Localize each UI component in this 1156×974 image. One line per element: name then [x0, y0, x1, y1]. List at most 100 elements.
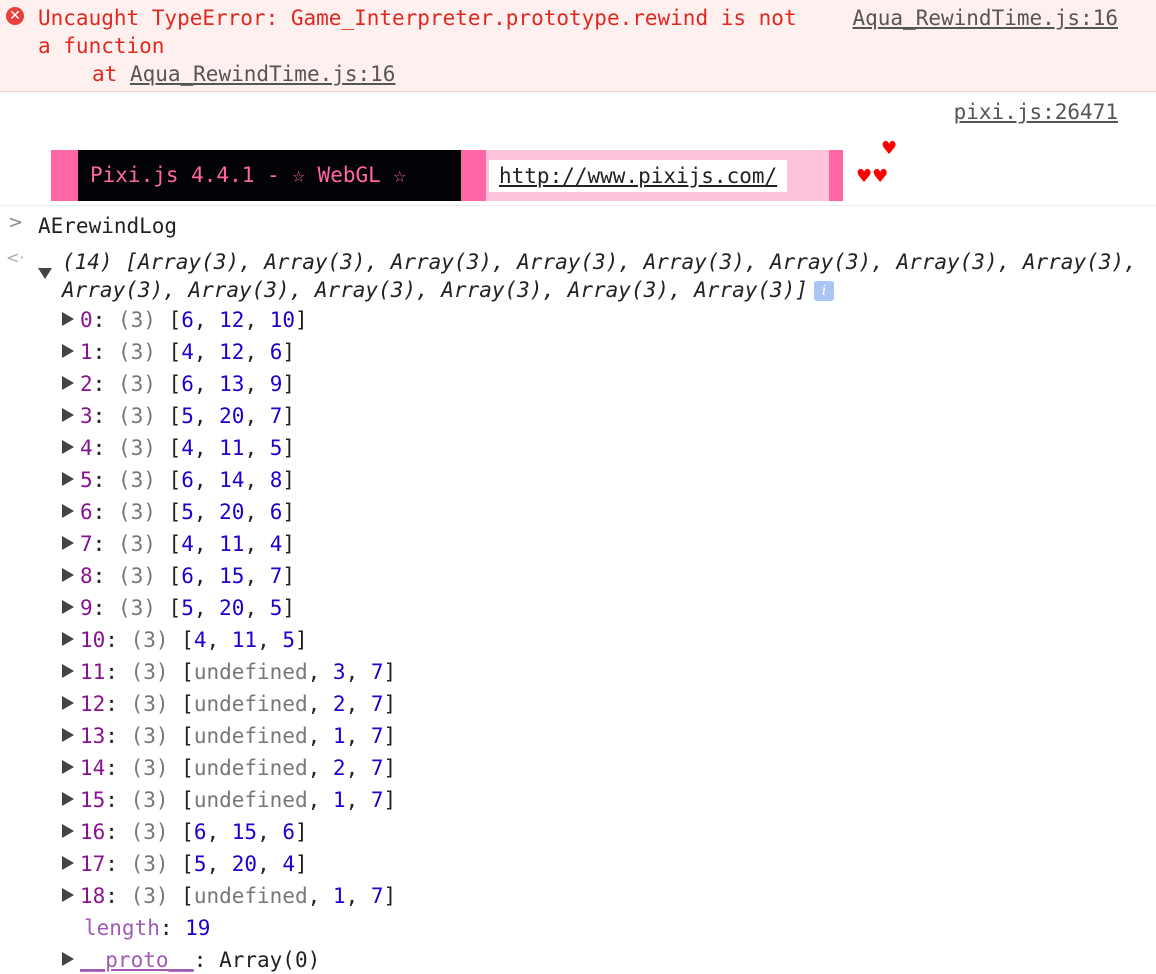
item-index: 2 — [80, 372, 93, 396]
colon: : — [105, 628, 131, 652]
separator: , — [307, 756, 333, 780]
bracket-close: ] — [383, 884, 397, 908]
expand-triangle-icon[interactable] — [62, 536, 74, 550]
item-index: 16 — [80, 820, 106, 844]
separator: , — [244, 500, 270, 524]
item-count: (3) — [130, 692, 169, 716]
separator: , — [244, 436, 270, 460]
banner-link-area: http://www.pixijs.com/ — [486, 150, 829, 201]
separator: , — [206, 820, 232, 844]
summary-line1: (14) [Array(3), Array(3), Array(3), Arra… — [62, 250, 1087, 274]
banner-stripe — [51, 150, 78, 201]
separator: , — [193, 596, 220, 620]
expand-triangle-icon[interactable] — [62, 888, 74, 902]
item-value: 6 — [269, 500, 283, 524]
expand-triangle-icon[interactable] — [62, 792, 74, 806]
array-item-row[interactable]: 18: (3) [undefined, 1, 7] — [62, 880, 396, 912]
item-value: 1 — [332, 788, 346, 812]
expand-triangle-icon[interactable] — [62, 472, 74, 486]
pixi-url-link[interactable]: http://www.pixijs.com/ — [489, 160, 788, 192]
expand-triangle-icon[interactable] — [62, 312, 74, 326]
item-index: 7 — [80, 532, 93, 556]
separator: , — [307, 692, 333, 716]
error-source-link[interactable]: Aqua_RewindTime.js:16 — [852, 4, 1118, 32]
colon: : — [105, 788, 131, 812]
array-summary[interactable]: (14) [Array(3), Array(3), Array(3), Arra… — [62, 248, 1142, 304]
return-value-icon: <· — [6, 248, 25, 267]
separator: , — [345, 788, 371, 812]
item-value: 5 — [181, 404, 194, 428]
item-value: 14 — [219, 468, 245, 492]
array-item-row[interactable]: 5: (3) [6, 14, 8] — [62, 464, 295, 496]
expand-triangle-icon[interactable] — [62, 344, 74, 358]
item-value: 7 — [269, 564, 283, 588]
item-count: (3) — [117, 532, 156, 556]
separator: , — [244, 532, 270, 556]
pixi-source-link[interactable]: pixi.js:26471 — [954, 98, 1118, 126]
array-item-row[interactable]: 1: (3) [4, 12, 6] — [62, 336, 295, 368]
item-value: 7 — [370, 692, 384, 716]
array-item-row[interactable]: 3: (3) [5, 20, 7] — [62, 400, 295, 432]
item-count: (3) — [130, 820, 169, 844]
item-index: 5 — [80, 468, 93, 492]
proto-property[interactable]: __proto__: Array(0) — [62, 944, 320, 974]
bracket-open: [ — [155, 564, 182, 588]
array-item-row[interactable]: 15: (3) [undefined, 1, 7] — [62, 784, 396, 816]
bracket-open: [ — [168, 660, 194, 684]
item-index: 17 — [80, 852, 106, 876]
info-icon[interactable]: i — [813, 281, 834, 301]
array-item-row[interactable]: 17: (3) [5, 20, 4] — [62, 848, 308, 880]
expand-triangle-icon[interactable] — [62, 824, 74, 838]
banner-title: Pixi.js 4.4.1 - ☆ WebGL ☆ — [78, 150, 461, 201]
bracket-open: [ — [168, 820, 194, 844]
expand-triangle-icon[interactable] — [62, 760, 74, 774]
item-value: 2 — [332, 692, 346, 716]
expand-triangle-icon[interactable] — [62, 952, 74, 966]
array-item-row[interactable]: 4: (3) [4, 11, 5] — [62, 432, 295, 464]
separator: , — [244, 404, 270, 428]
colon: : — [92, 500, 118, 524]
item-value: 12 — [219, 308, 245, 332]
expand-triangle-icon[interactable] — [62, 696, 74, 710]
expand-triangle-icon[interactable] — [62, 568, 74, 582]
expand-triangle-icon[interactable] — [62, 600, 74, 614]
separator: , — [193, 340, 220, 364]
stack-source-link[interactable]: Aqua_RewindTime.js:16 — [130, 62, 396, 86]
array-item-row[interactable]: 12: (3) [undefined, 2, 7] — [62, 688, 396, 720]
expand-triangle-icon[interactable] — [62, 376, 74, 390]
separator: , — [206, 628, 232, 652]
expand-triangle-icon[interactable] — [62, 856, 74, 870]
expand-triangle-icon[interactable] — [62, 632, 74, 646]
expand-triangle-icon[interactable] — [62, 504, 74, 518]
colon: : — [105, 692, 131, 716]
expand-triangle-icon[interactable] — [62, 664, 74, 678]
separator: , — [193, 372, 220, 396]
array-item-row[interactable]: 0: (3) [6, 12, 10] — [62, 304, 308, 336]
array-item-row[interactable]: 8: (3) [6, 15, 7] — [62, 560, 295, 592]
array-item-row[interactable]: 16: (3) [6, 15, 6] — [62, 816, 308, 848]
item-value: 15 — [231, 820, 258, 844]
item-index: 9 — [80, 596, 93, 620]
array-item-row[interactable]: 7: (3) [4, 11, 4] — [62, 528, 295, 560]
collapse-triangle-icon[interactable] — [38, 268, 52, 279]
separator: , — [244, 596, 270, 620]
separator: , — [193, 436, 220, 460]
item-value: 20 — [219, 404, 245, 428]
array-item-row[interactable]: 2: (3) [6, 13, 9] — [62, 368, 295, 400]
colon: : — [159, 916, 186, 940]
item-value: 13 — [219, 372, 245, 396]
expand-triangle-icon[interactable] — [62, 728, 74, 742]
item-index: 11 — [80, 660, 106, 684]
array-item-row[interactable]: 6: (3) [5, 20, 6] — [62, 496, 295, 528]
array-item-row[interactable]: 9: (3) [5, 20, 5] — [62, 592, 295, 624]
array-item-row[interactable]: 11: (3) [undefined, 3, 7] — [62, 656, 396, 688]
expand-triangle-icon[interactable] — [62, 440, 74, 454]
expand-triangle-icon[interactable] — [62, 408, 74, 422]
array-item-row[interactable]: 10: (3) [4, 11, 5] — [62, 624, 308, 656]
array-item-row[interactable]: 13: (3) [undefined, 1, 7] — [62, 720, 396, 752]
colon: : — [92, 308, 118, 332]
array-item-row[interactable]: 14: (3) [undefined, 2, 7] — [62, 752, 396, 784]
bracket-close: ] — [295, 628, 308, 652]
separator: , — [257, 852, 283, 876]
item-value: undefined — [193, 756, 308, 780]
